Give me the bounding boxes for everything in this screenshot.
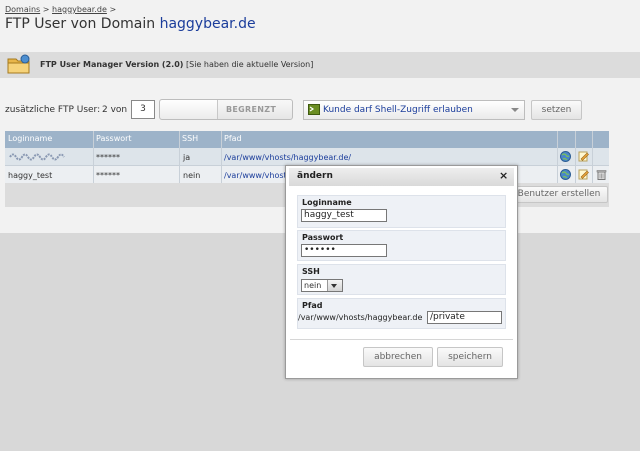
folder-icon <box>7 54 30 74</box>
login-cell: haggy_test <box>8 171 53 180</box>
ssh-label: SSH <box>302 267 320 276</box>
column-divider <box>221 131 222 183</box>
login-label: Loginname <box>302 198 352 207</box>
column-divider <box>575 131 576 183</box>
page-title: FTP User von Domain haggybear.de <box>5 16 256 32</box>
limit-toggle-knob[interactable] <box>160 100 218 119</box>
column-divider <box>592 131 593 183</box>
close-icon[interactable]: × <box>499 169 508 182</box>
page-title-prefix: FTP User von Domain <box>5 16 156 32</box>
path-label: Pfad <box>302 301 323 310</box>
column-header-pfad[interactable]: Pfad <box>224 134 242 143</box>
column-divider <box>93 131 94 183</box>
chevron-down-icon <box>331 284 337 288</box>
globe-icon[interactable] <box>560 151 571 162</box>
path-cell: /var/www/vhosts/ <box>224 171 294 180</box>
save-button[interactable]: speichern <box>437 347 503 367</box>
users-of-label: 2 von <box>102 105 128 115</box>
globe-icon[interactable] <box>560 169 571 180</box>
edit-icon[interactable] <box>578 169 589 180</box>
set-button[interactable]: setzen <box>531 100 582 120</box>
password-cell: ****** <box>96 153 120 162</box>
dialog-divider <box>290 339 513 340</box>
breadcrumb-separator: > <box>109 5 117 14</box>
password-cell: ****** <box>96 171 120 180</box>
trash-icon[interactable] <box>596 169 607 180</box>
column-header-loginname[interactable]: Loginname <box>8 134 52 143</box>
column-header-passwort[interactable]: Passwort <box>96 134 132 143</box>
breadcrumb-domains-link[interactable]: Domains <box>5 5 40 14</box>
column-divider <box>179 131 180 183</box>
path-prefix: /var/www/vhosts/haggybear.de <box>298 313 423 322</box>
password-label: Passwort <box>302 233 344 242</box>
create-user-button[interactable]: Benutzer erstellen <box>510 186 608 203</box>
column-divider <box>557 131 558 183</box>
column-header-ssh[interactable]: SSH <box>182 134 198 143</box>
version-note: [Sie haben die aktuelle Version] <box>186 60 314 69</box>
breadcrumb-separator: > <box>42 5 50 14</box>
shell-icon <box>308 104 320 115</box>
page-title-domain: haggybear.de <box>159 16 256 32</box>
shell-access-value: Kunde darf Shell-Zugriff erlauben <box>323 105 473 115</box>
password-field[interactable]: •••••• <box>301 244 387 257</box>
edit-icon[interactable] <box>578 151 589 162</box>
ssh-cell: nein <box>183 171 201 180</box>
path-field[interactable]: /private <box>427 311 502 324</box>
user-limit-input[interactable]: 3 <box>131 100 155 119</box>
limit-toggle-label: BEGRENZT <box>226 105 277 114</box>
path-cell: /var/www/vhosts/haggybear.de/ <box>224 153 352 162</box>
login-field[interactable]: haggy_test <box>301 209 387 222</box>
edit-dialog-title: ändern <box>297 171 333 181</box>
breadcrumb-domain-link[interactable]: haggybear.de <box>52 5 107 14</box>
ssh-cell: ja <box>183 153 191 162</box>
cancel-button[interactable]: abbrechen <box>363 347 433 367</box>
extra-users-label: zusätzliche FTP User: <box>5 105 101 115</box>
chevron-down-icon <box>511 108 519 112</box>
version-label: FTP User Manager Version (2.0) <box>40 60 184 69</box>
breadcrumb: Domains > haggybear.de > <box>5 5 116 14</box>
obscured-login-value <box>9 153 65 161</box>
